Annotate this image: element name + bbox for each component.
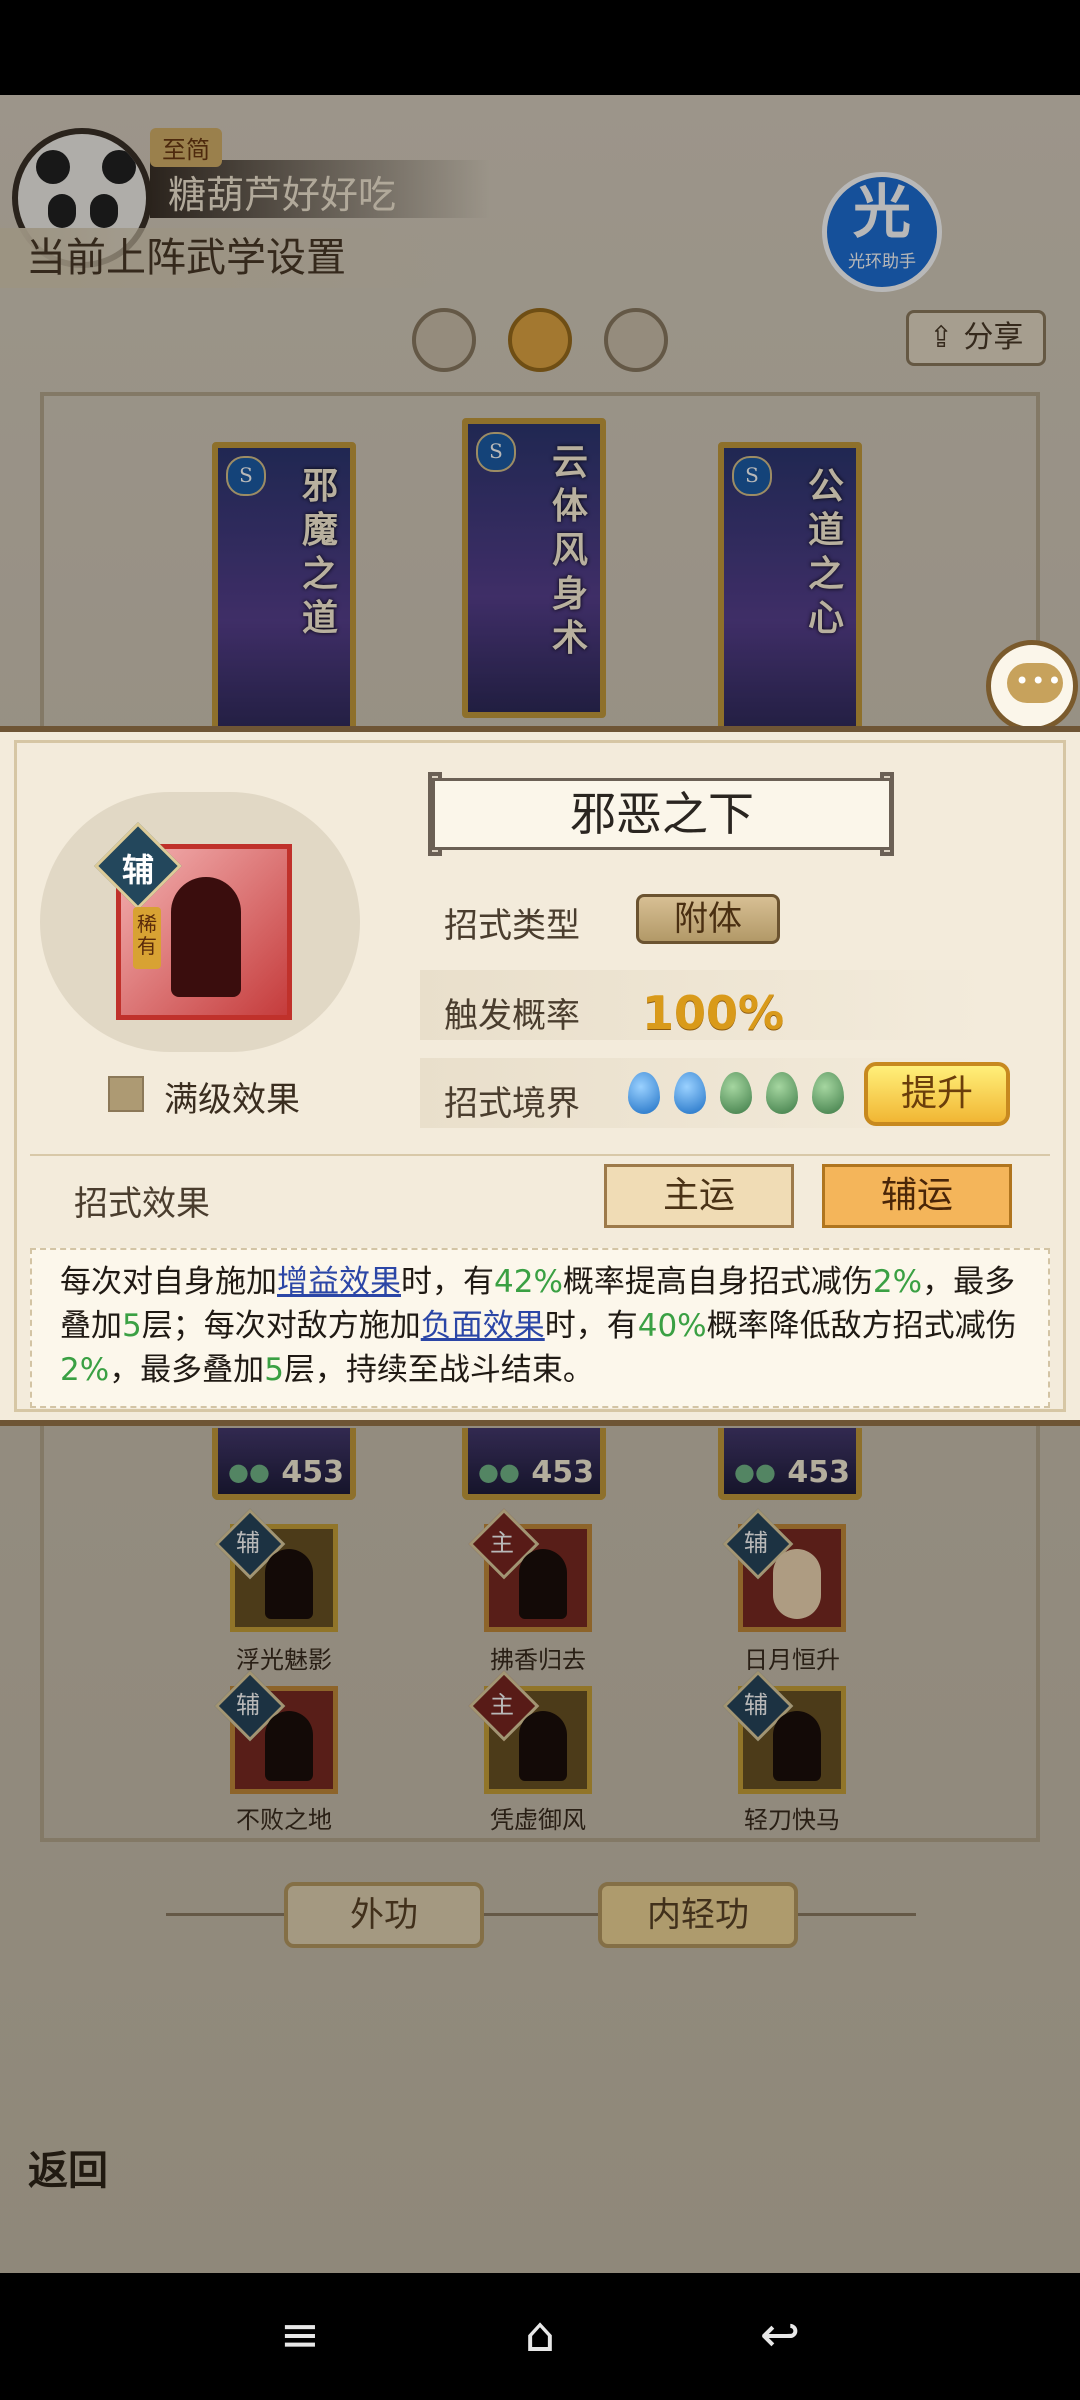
skill-tag: 辅 [121, 851, 154, 889]
home-icon[interactable]: ⌂ [500, 2300, 580, 2370]
prob-value: 100% [642, 986, 785, 1040]
realm-drop-icon [766, 1072, 798, 1114]
prob-label: 触发概率 [444, 996, 580, 1036]
desc-number: 5 [264, 1352, 284, 1388]
realm-drop-icon [720, 1072, 752, 1114]
desc-number: 2% [872, 1264, 923, 1300]
debuff-effect-link[interactable]: 负面效果 [421, 1308, 545, 1344]
desc-number: 42% [494, 1264, 563, 1300]
aux-run-button[interactable]: 辅运 [822, 1164, 1012, 1228]
skill-icon: 辅 稀有 [94, 822, 292, 1020]
desc-text: ，最多叠加 [109, 1352, 265, 1388]
skill-title: 邪恶之下 [432, 778, 892, 850]
rarity-tag: 稀有 [133, 907, 161, 969]
chat-button[interactable]: ••• [986, 640, 1078, 732]
divider [30, 1154, 1050, 1156]
buff-effect-link[interactable]: 增益效果 [277, 1264, 401, 1300]
desc-text: 时，有 [544, 1308, 638, 1344]
realm-label: 招式境界 [444, 1084, 580, 1124]
realm-drop-icon [628, 1072, 660, 1114]
skill-description: 每次对自身施加增益效果时，有42%概率提高自身招式减伤2%，最多叠加5层；每次对… [60, 1260, 1020, 1392]
skill-detail-modal: 辅 稀有 满级效果 邪恶之下 招式类型 附体 触发概率 100% 招式境界 提升… [0, 726, 1080, 1426]
chat-dots-icon: ••• [1015, 667, 1064, 695]
type-value: 附体 [636, 894, 780, 944]
desc-text: 概率降低敌方招式减伤 [706, 1308, 1017, 1344]
type-label: 招式类型 [444, 906, 580, 946]
realm-drop-icon [812, 1072, 844, 1114]
menu-icon[interactable]: ≡ [260, 2300, 340, 2370]
effect-label: 招式效果 [74, 1184, 210, 1224]
main-run-button[interactable]: 主运 [604, 1164, 794, 1228]
full-level-label: 满级效果 [164, 1080, 300, 1120]
desc-text: 层，持续至战斗结束。 [283, 1352, 594, 1388]
desc-number: 2% [60, 1352, 110, 1388]
desc-text: 概率提高自身招式减伤 [562, 1264, 873, 1300]
desc-text: 层；每次对敌方施加 [141, 1308, 421, 1344]
desc-text: 每次对自身施加 [60, 1264, 277, 1300]
back-nav-icon[interactable]: ↩ [740, 2300, 820, 2370]
desc-number: 5 [122, 1308, 142, 1344]
realm-drop-icon [674, 1072, 706, 1114]
full-level-checkbox[interactable] [108, 1076, 144, 1112]
desc-text: 时，有 [401, 1264, 494, 1300]
desc-number: 40% [637, 1308, 707, 1344]
skill-figure-icon [171, 877, 241, 997]
upgrade-button[interactable]: 提升 [864, 1062, 1010, 1126]
